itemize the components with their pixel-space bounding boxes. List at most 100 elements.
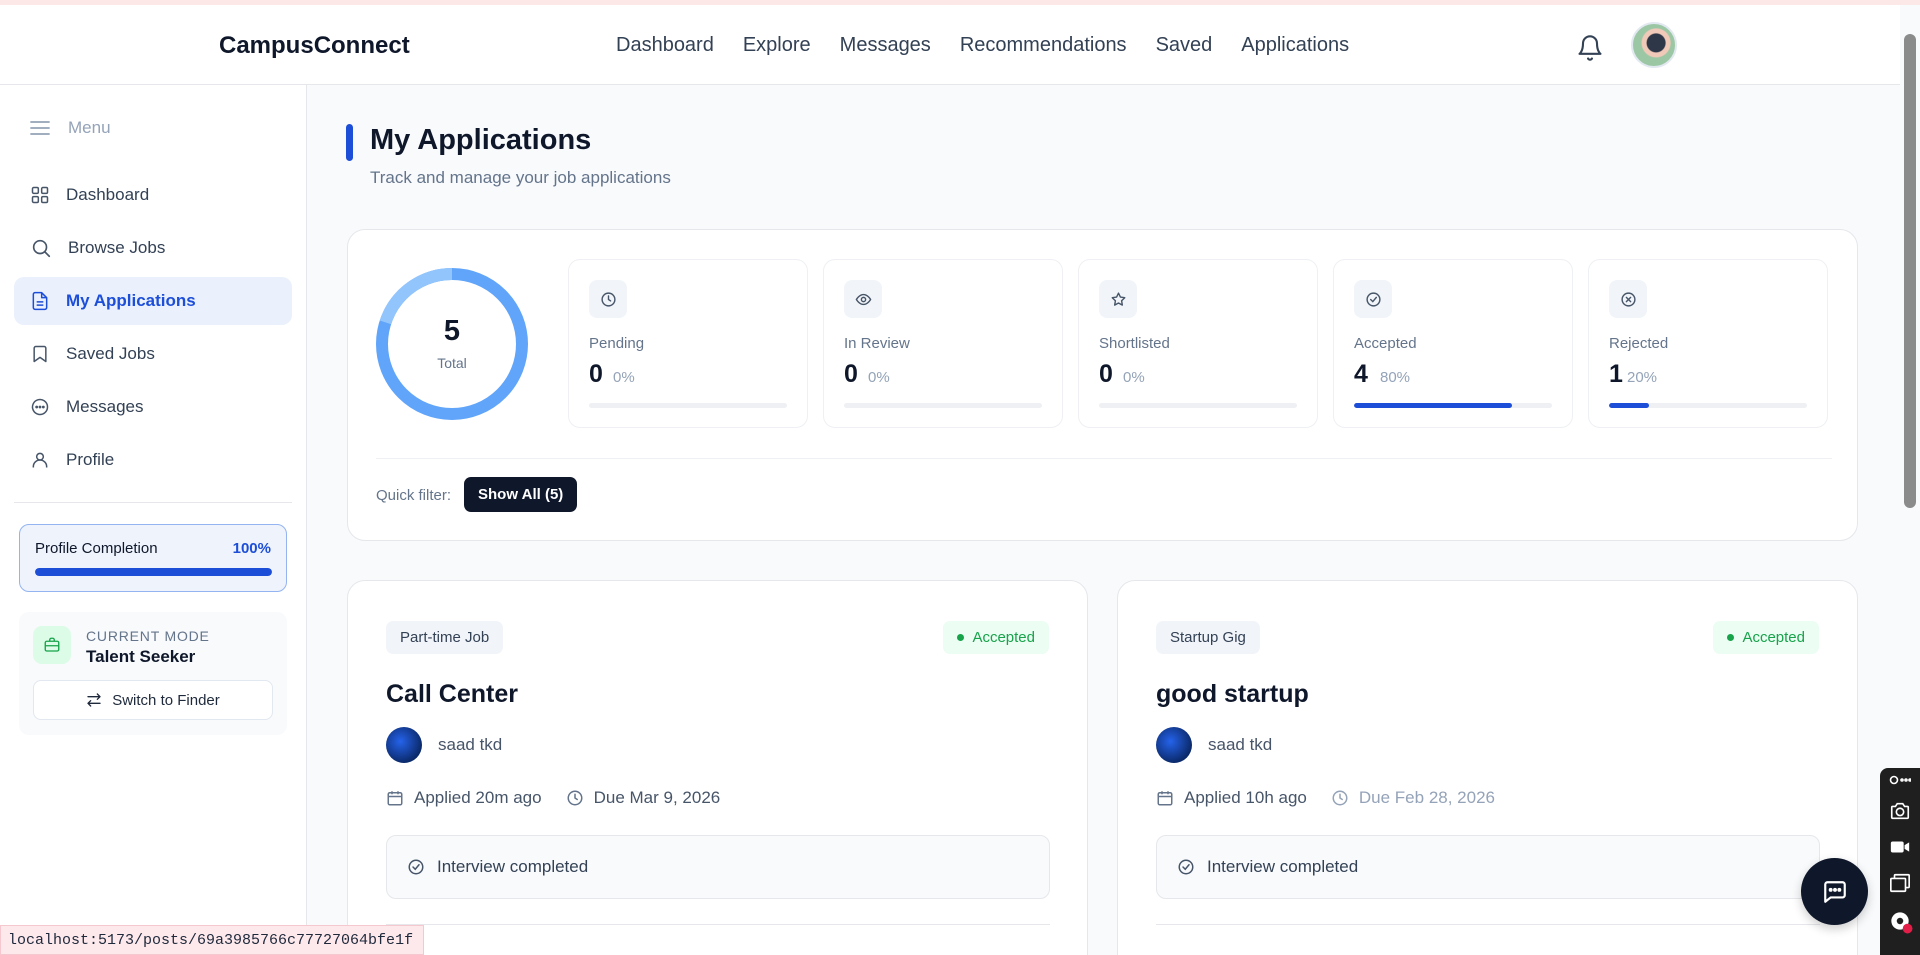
check-circle-icon	[408, 859, 424, 875]
search-icon	[32, 239, 51, 258]
nav-applications[interactable]: Applications	[1241, 34, 1349, 57]
window-icon[interactable]	[1887, 872, 1913, 894]
switch-mode-button[interactable]: Switch to Finder	[33, 680, 273, 720]
nav-dashboard[interactable]: Dashboard	[616, 34, 714, 57]
title-accent	[346, 124, 353, 161]
chat-icon	[31, 398, 49, 416]
job-title[interactable]: Call Center	[386, 680, 518, 709]
sidebar-divider	[14, 502, 292, 503]
applied-time: Applied 20m ago	[414, 788, 542, 807]
check-circle-icon	[1354, 280, 1392, 318]
profile-completion-fill	[35, 568, 272, 576]
nav-recommendations[interactable]: Recommendations	[960, 34, 1127, 57]
stat-label: Accepted	[1354, 335, 1417, 352]
owner-name[interactable]: saad tkd	[438, 735, 502, 755]
bell-icon[interactable]	[1576, 33, 1604, 63]
sidebar-item-label: Profile	[66, 450, 115, 469]
sidebar-item-label: My Applications	[66, 291, 196, 310]
status-badge: Accepted	[1713, 621, 1819, 654]
nav-saved[interactable]: Saved	[1156, 34, 1213, 57]
stat-bar	[844, 403, 1042, 408]
sidebar-item-browse-jobs[interactable]: Browse Jobs	[14, 224, 292, 272]
profile-completion-card[interactable]: Profile Completion 100%	[19, 524, 287, 592]
hamburger-icon	[30, 121, 50, 135]
user-avatar[interactable]	[1631, 22, 1677, 68]
stat-percent: 0%	[868, 369, 890, 386]
interview-note: Interview completed	[1156, 835, 1820, 899]
nav-messages[interactable]: Messages	[840, 34, 931, 57]
stat-accepted[interactable]: Accepted 4 80%	[1333, 259, 1573, 428]
video-icon[interactable]	[1887, 836, 1913, 858]
stat-bar	[1354, 403, 1552, 408]
stat-value: 0	[844, 360, 858, 388]
x-circle-icon	[1609, 280, 1647, 318]
stat-label: Rejected	[1609, 335, 1669, 352]
stat-percent: 0%	[1123, 369, 1145, 386]
card-divider	[1156, 924, 1820, 925]
stat-rejected[interactable]: Rejected 1 20%	[1588, 259, 1828, 428]
owner-name[interactable]: saad tkd	[1208, 735, 1272, 755]
link-icon[interactable]	[1889, 774, 1911, 786]
stat-bar-fill	[1354, 403, 1513, 408]
stat-value: 0	[1099, 360, 1113, 388]
stat-in-review[interactable]: In Review 0 0%	[823, 259, 1063, 428]
job-title[interactable]: good startup	[1156, 680, 1309, 709]
sidebar-item-profile[interactable]: Profile	[14, 436, 292, 484]
stat-value: 0	[589, 360, 603, 388]
owner-avatar	[386, 727, 422, 763]
mode-caption: CURRENT MODE	[86, 628, 210, 644]
application-card[interactable]: Startup Gig Accepted good startup saad t…	[1117, 580, 1858, 955]
gear-icon[interactable]	[1887, 908, 1913, 934]
link-status-bar: localhost:5173/posts/69a3985766c77727064…	[0, 925, 425, 955]
stat-label: In Review	[844, 335, 910, 352]
top-nav: Dashboard Explore Messages Recommendatio…	[616, 34, 1378, 57]
interview-note: Interview completed	[386, 835, 1050, 899]
chat-fab-button[interactable]	[1801, 858, 1868, 925]
applied-time: Applied 10h ago	[1184, 788, 1307, 807]
brand-logo[interactable]: CampusConnect	[219, 32, 410, 60]
total-count: 5	[443, 315, 461, 347]
job-meta: Applied 20m ago Due Mar 9, 2026	[386, 788, 720, 808]
document-icon	[32, 291, 48, 311]
sidebar-item-my-applications[interactable]: My Applications	[14, 277, 292, 325]
briefcase-icon	[33, 626, 71, 664]
stat-pending[interactable]: Pending 0 0%	[568, 259, 808, 428]
sidebar: Menu Dashboard Browse Jobs My Applicatio…	[0, 85, 307, 955]
switch-mode-label: Switch to Finder	[112, 691, 220, 709]
grid-icon	[31, 186, 49, 204]
stat-shortlisted[interactable]: Shortlisted 0 0%	[1078, 259, 1318, 428]
job-type-badge: Part-time Job	[386, 621, 504, 654]
status-dot	[957, 634, 965, 641]
show-all-filter-button[interactable]: Show All (5)	[464, 477, 578, 512]
status-badge: Accepted	[943, 621, 1049, 654]
user-icon	[32, 452, 48, 468]
status-dot	[1727, 634, 1735, 641]
calendar-icon	[1157, 791, 1173, 806]
menu-label: Menu	[68, 118, 111, 137]
message-icon	[1823, 880, 1846, 903]
nav-explore[interactable]: Explore	[743, 34, 811, 57]
stat-label: Pending	[589, 335, 645, 352]
application-card[interactable]: Part-time Job Accepted Call Center saad …	[347, 580, 1088, 955]
mode-card: CURRENT MODE Talent Seeker Switch to Fin…	[19, 612, 287, 735]
profile-completion-label: Profile Completion	[35, 540, 158, 557]
stat-bar	[589, 403, 787, 408]
stat-percent: 0%	[613, 369, 635, 386]
top-header: CampusConnect Dashboard Explore Messages…	[0, 5, 1900, 85]
sidebar-item-label: Browse Jobs	[68, 238, 166, 257]
menu-toggle[interactable]: Menu	[30, 118, 111, 138]
page-title: My Applications	[370, 124, 592, 156]
stat-bar-fill	[1609, 403, 1649, 408]
interview-note-text: Interview completed	[437, 857, 589, 876]
sidebar-item-dashboard[interactable]: Dashboard	[14, 171, 292, 219]
sidebar-item-label: Messages	[66, 397, 144, 416]
sidebar-item-messages[interactable]: Messages	[14, 383, 292, 431]
clock-icon	[567, 790, 583, 806]
star-icon	[1099, 280, 1137, 318]
mode-name: Talent Seeker	[86, 647, 196, 666]
page-scrollbar[interactable]	[1904, 34, 1916, 508]
sidebar-item-saved-jobs[interactable]: Saved Jobs	[14, 330, 292, 378]
camera-icon[interactable]	[1887, 800, 1913, 822]
total-label: Total	[437, 355, 467, 371]
profile-completion-bar	[35, 568, 272, 576]
